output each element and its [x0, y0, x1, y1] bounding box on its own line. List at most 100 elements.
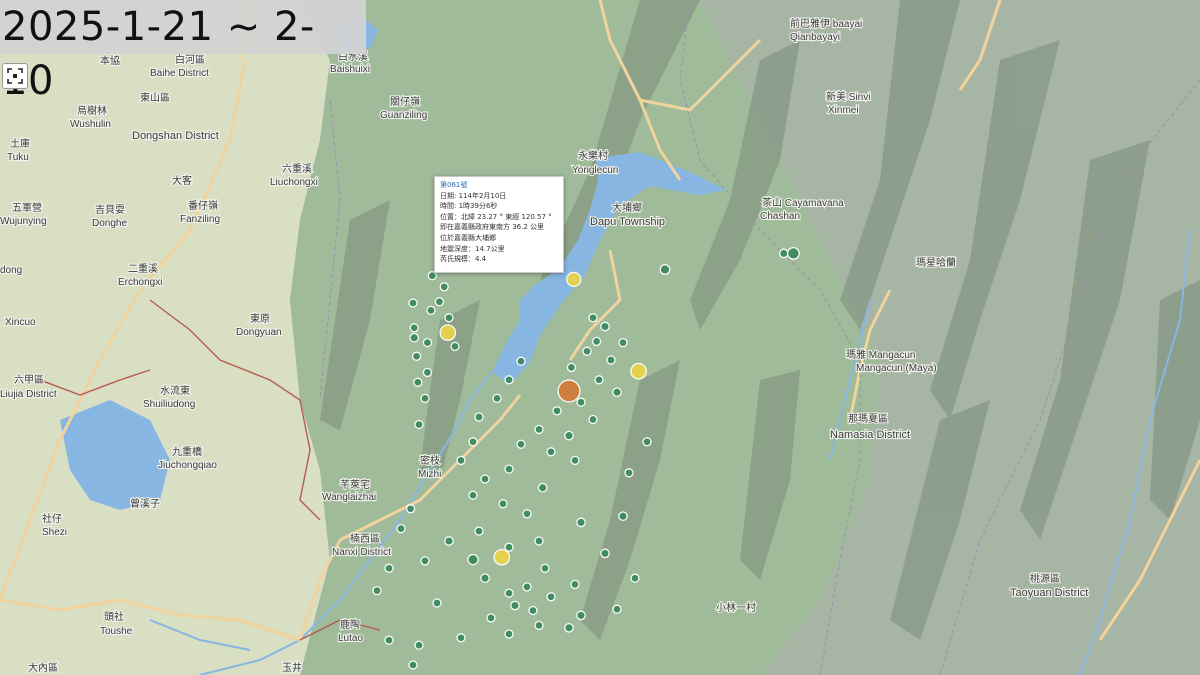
earthquake-marker-green[interactable] [576, 517, 586, 528]
earthquake-marker-green[interactable] [444, 313, 454, 323]
label-xintian-zh: 大內區 [28, 661, 58, 674]
earthquake-marker-green[interactable] [504, 629, 514, 639]
earthquake-marker-green[interactable] [504, 588, 514, 598]
earthquake-marker-green[interactable] [474, 412, 484, 422]
earthquake-marker-green[interactable] [624, 468, 634, 478]
earthquake-marker-green[interactable] [480, 573, 490, 584]
label-baihe-zh: 白河區 [175, 53, 205, 66]
earthquake-marker-green[interactable] [411, 351, 422, 361]
earthquake-marker-green[interactable] [422, 337, 433, 348]
terrain-map[interactable]: 白河區 Baihe District 本協 白水溪 Baishuixi 烏樹林 … [0, 0, 1200, 675]
earthquake-marker-green[interactable] [467, 553, 479, 566]
earthquake-marker-yellow[interactable] [439, 324, 457, 342]
earthquake-marker-green[interactable] [420, 556, 430, 566]
earthquake-marker-green[interactable] [642, 437, 652, 447]
label-nanxi-en: Nanxi District [332, 547, 391, 558]
earthquake-marker-green[interactable] [510, 600, 520, 611]
earthquake-marker-green[interactable] [414, 419, 424, 430]
earthquake-marker-green[interactable] [474, 526, 484, 536]
earthquake-marker-green[interactable] [540, 563, 550, 573]
earthquake-marker-green[interactable] [588, 313, 598, 323]
earthquake-marker-green[interactable] [426, 305, 436, 316]
earthquake-info-popup[interactable]: 第061號 日期: 114年2月10日 時間: 1時39分6秒 位置：北緯 23… [434, 176, 564, 273]
earthquake-marker-green[interactable] [439, 282, 449, 292]
earthquake-marker-yellow[interactable] [566, 271, 582, 288]
earthquake-marker-green[interactable] [564, 622, 574, 633]
earthquake-marker-green[interactable] [534, 620, 544, 631]
earthquake-marker-green[interactable] [384, 563, 394, 573]
earthquake-marker-green[interactable] [450, 341, 460, 352]
fullscreen-button[interactable] [2, 63, 28, 89]
earthquake-marker-green[interactable] [384, 635, 394, 645]
earthquake-marker-green[interactable] [534, 536, 544, 546]
label-dapu-zh: 大埔鄉 [612, 201, 642, 214]
earthquake-marker-green[interactable] [546, 592, 556, 602]
earthquake-marker-orange[interactable] [557, 379, 581, 403]
earthquake-marker-green[interactable] [552, 406, 562, 416]
earthquake-marker-green[interactable] [564, 430, 574, 441]
label-dongyuan-en: Dongyuan [236, 327, 282, 338]
earthquake-marker-green[interactable] [588, 414, 598, 425]
date-range-banner: 2025-1-21 ~ 2-10 [0, 0, 366, 104]
label-namasia-en: Namasia District [830, 429, 910, 441]
earthquake-marker-green[interactable] [534, 424, 544, 435]
earthquake-marker-green[interactable] [612, 604, 622, 614]
earthquake-marker-green[interactable] [420, 393, 430, 404]
earthquake-marker-green[interactable] [516, 356, 526, 366]
earthquake-marker-green[interactable] [600, 321, 610, 332]
earthquake-marker-green[interactable] [372, 585, 382, 596]
earthquake-marker-green[interactable] [486, 613, 496, 623]
earthquake-marker-green[interactable] [522, 582, 532, 592]
earthquake-marker-green[interactable] [576, 610, 586, 621]
earthquake-marker-green[interactable] [396, 523, 406, 534]
earthquake-marker-green[interactable] [456, 633, 466, 643]
earthquake-marker-yellow[interactable] [630, 362, 647, 380]
earthquake-marker-green[interactable] [537, 482, 548, 493]
earthquake-marker-green[interactable] [522, 509, 532, 519]
earthquake-marker-green[interactable] [570, 455, 580, 466]
earthquake-marker-green[interactable] [786, 246, 800, 260]
earthquake-marker-green[interactable] [408, 660, 418, 670]
earthquake-marker-green[interactable] [498, 499, 508, 509]
earthquake-marker-green[interactable] [618, 337, 628, 348]
earthquake-marker-green[interactable] [492, 393, 502, 404]
earthquake-marker-green[interactable] [600, 548, 610, 559]
label-guanziling-zh: 關仔嶺 [390, 96, 420, 108]
label-taoyuan-en: Taoyuan District [1010, 587, 1088, 599]
earthquake-marker-green[interactable] [516, 439, 526, 449]
earthquake-marker-green[interactable] [566, 362, 577, 373]
earthquake-marker-green[interactable] [591, 336, 602, 347]
earthquake-marker-green[interactable] [414, 640, 424, 650]
earthquake-marker-green[interactable] [546, 447, 556, 457]
label-liuchongxi-en: Liuchongxi [270, 177, 318, 188]
earthquake-marker-green[interactable] [504, 542, 514, 552]
earthquake-marker-green[interactable] [480, 474, 490, 484]
earthquake-marker-green[interactable] [606, 355, 616, 365]
earthquake-marker-green[interactable] [570, 579, 580, 590]
earthquake-marker-green[interactable] [408, 298, 418, 308]
earthquake-marker-green[interactable] [630, 573, 640, 583]
earthquake-marker-green[interactable] [528, 605, 538, 616]
earthquake-marker-green[interactable] [405, 504, 416, 514]
earthquake-marker-green[interactable] [582, 346, 592, 356]
earthquake-marker-yellow[interactable] [493, 548, 511, 566]
earthquake-marker-green[interactable] [413, 377, 423, 387]
earthquake-marker-green[interactable] [659, 264, 671, 275]
earthquake-marker-green[interactable] [456, 455, 466, 466]
earthquake-marker-green[interactable] [409, 323, 419, 333]
earthquake-marker-green[interactable] [432, 598, 442, 608]
earthquake-marker-green[interactable] [612, 387, 622, 398]
earthquake-marker-green[interactable] [504, 375, 514, 385]
earthquake-marker-green[interactable] [468, 490, 478, 500]
earthquake-marker-green[interactable] [618, 511, 628, 522]
earthquake-marker-green[interactable] [594, 375, 604, 385]
earthquake-marker-green[interactable] [409, 332, 420, 343]
earthquake-marker-green[interactable] [434, 297, 445, 307]
earthquake-marker-green[interactable] [504, 464, 514, 474]
earthquake-marker-green[interactable] [778, 248, 789, 259]
earthquake-marker-green[interactable] [576, 397, 586, 407]
earthquake-marker-green[interactable] [468, 437, 478, 447]
label-tuku-zh: 土庫 [10, 137, 30, 150]
earthquake-marker-green[interactable] [422, 367, 433, 378]
earthquake-marker-green[interactable] [444, 536, 454, 546]
